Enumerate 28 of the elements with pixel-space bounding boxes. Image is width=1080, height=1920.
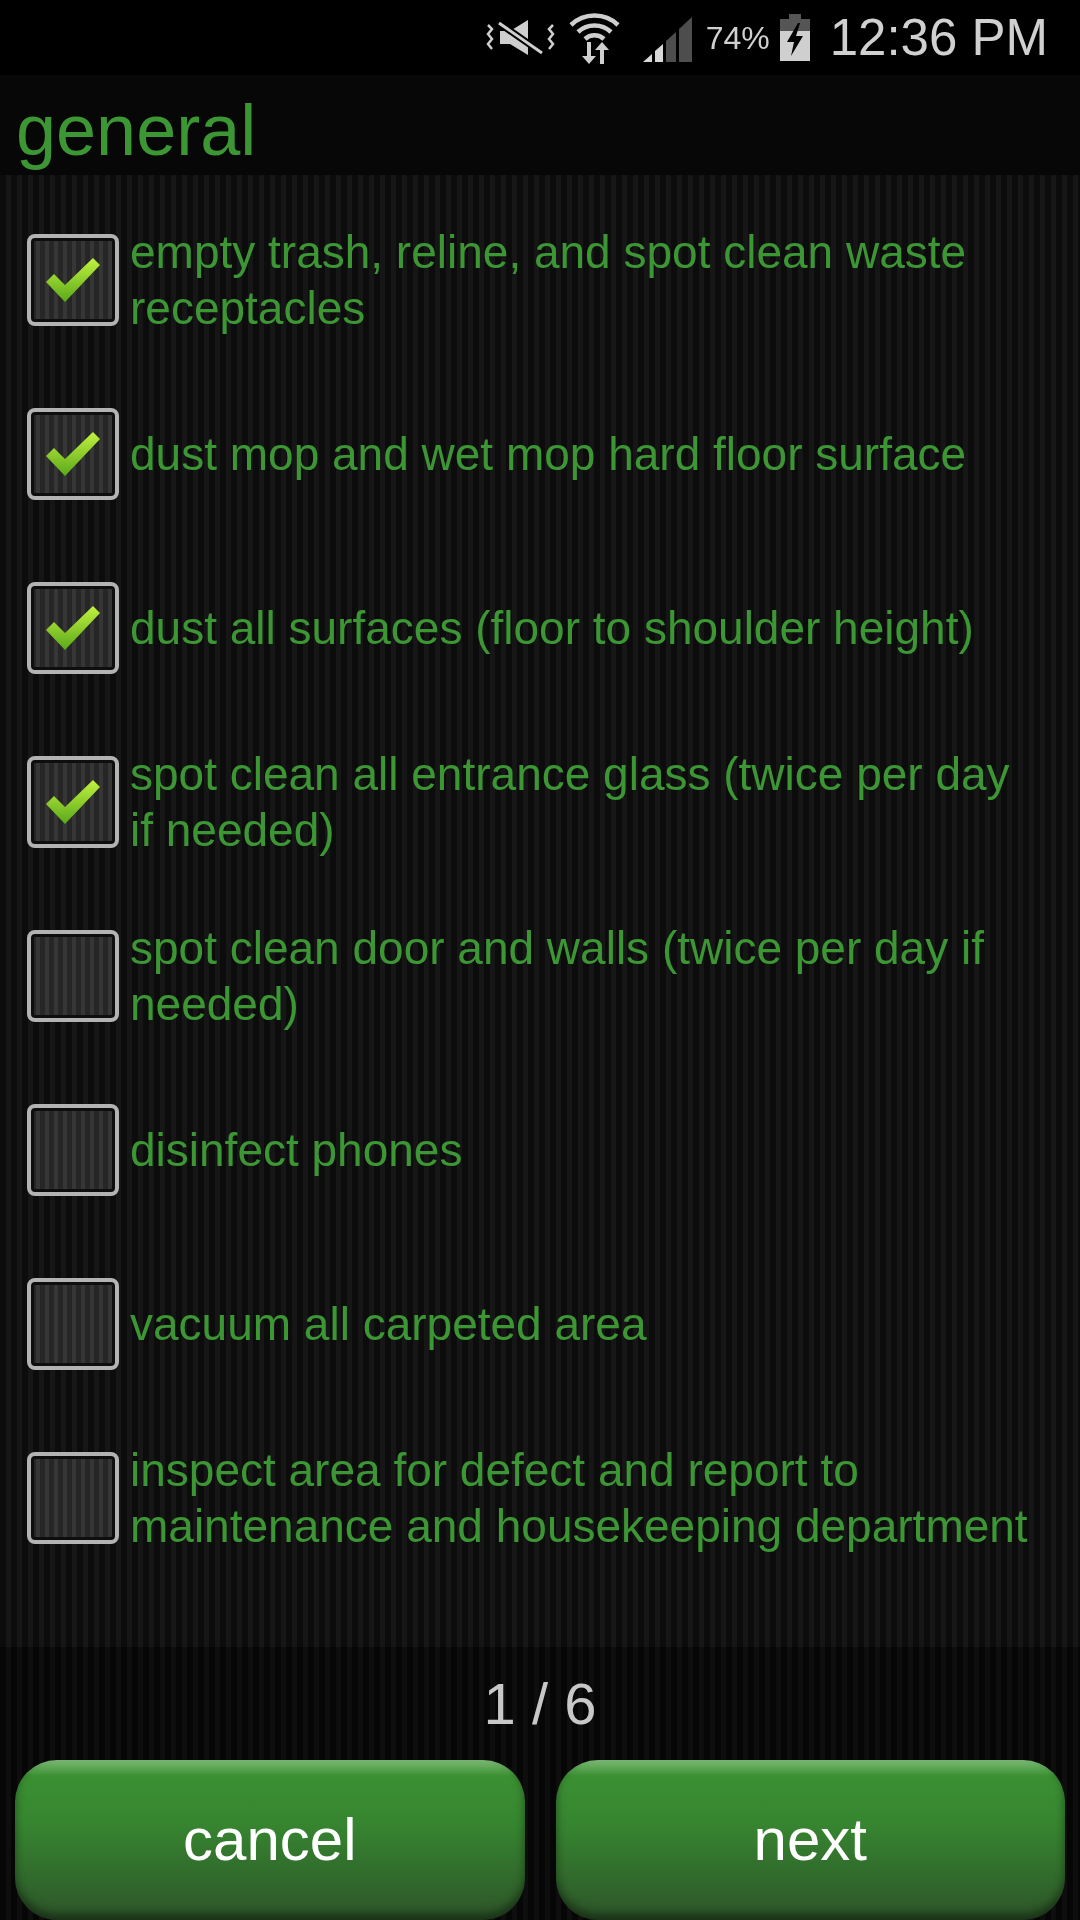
checkbox[interactable] [27,582,119,674]
checkbox[interactable] [27,756,119,848]
check-icon [46,432,100,476]
check-icon [46,258,100,302]
check-icon [46,780,100,824]
checkbox[interactable] [27,1452,119,1544]
cancel-button[interactable]: cancel [15,1760,525,1920]
checkbox-label: empty trash, reline, and spot clean waste receptacles [130,225,968,336]
speaker-muted-icon [485,19,555,56]
check-icon [46,606,100,650]
checkbox-label: inspect area for defect and report to maintenance and housekeeping department [130,1443,1029,1554]
checkbox-label: spot clean door and walls (twice per day if needed) [130,921,985,1032]
checkbox-label: vacuum all carpeted area [130,1297,648,1352]
checkbox[interactable] [27,1278,119,1370]
checkbox-label: spot clean all entrance glass (twice per day if needed) [130,747,1011,858]
checkbox[interactable] [27,1104,119,1196]
battery-percent: 74% [705,21,770,54]
checkbox-label: dust mop and wet mop hard floor surface [130,427,968,482]
checkbox-label: disinfect phones [130,1123,464,1178]
checkbox-label: dust all surfaces (floor to shoulder height) [130,601,975,656]
page-indicator: 1 / 6 [483,1674,597,1733]
checkbox[interactable] [27,930,119,1022]
checkbox[interactable] [27,408,119,500]
wifi-icon [568,11,620,64]
battery-charging-icon [779,14,810,61]
clock-time: 12:36 PM [829,12,1048,63]
checkbox[interactable] [27,234,119,326]
next-button[interactable]: next [555,1760,1065,1920]
